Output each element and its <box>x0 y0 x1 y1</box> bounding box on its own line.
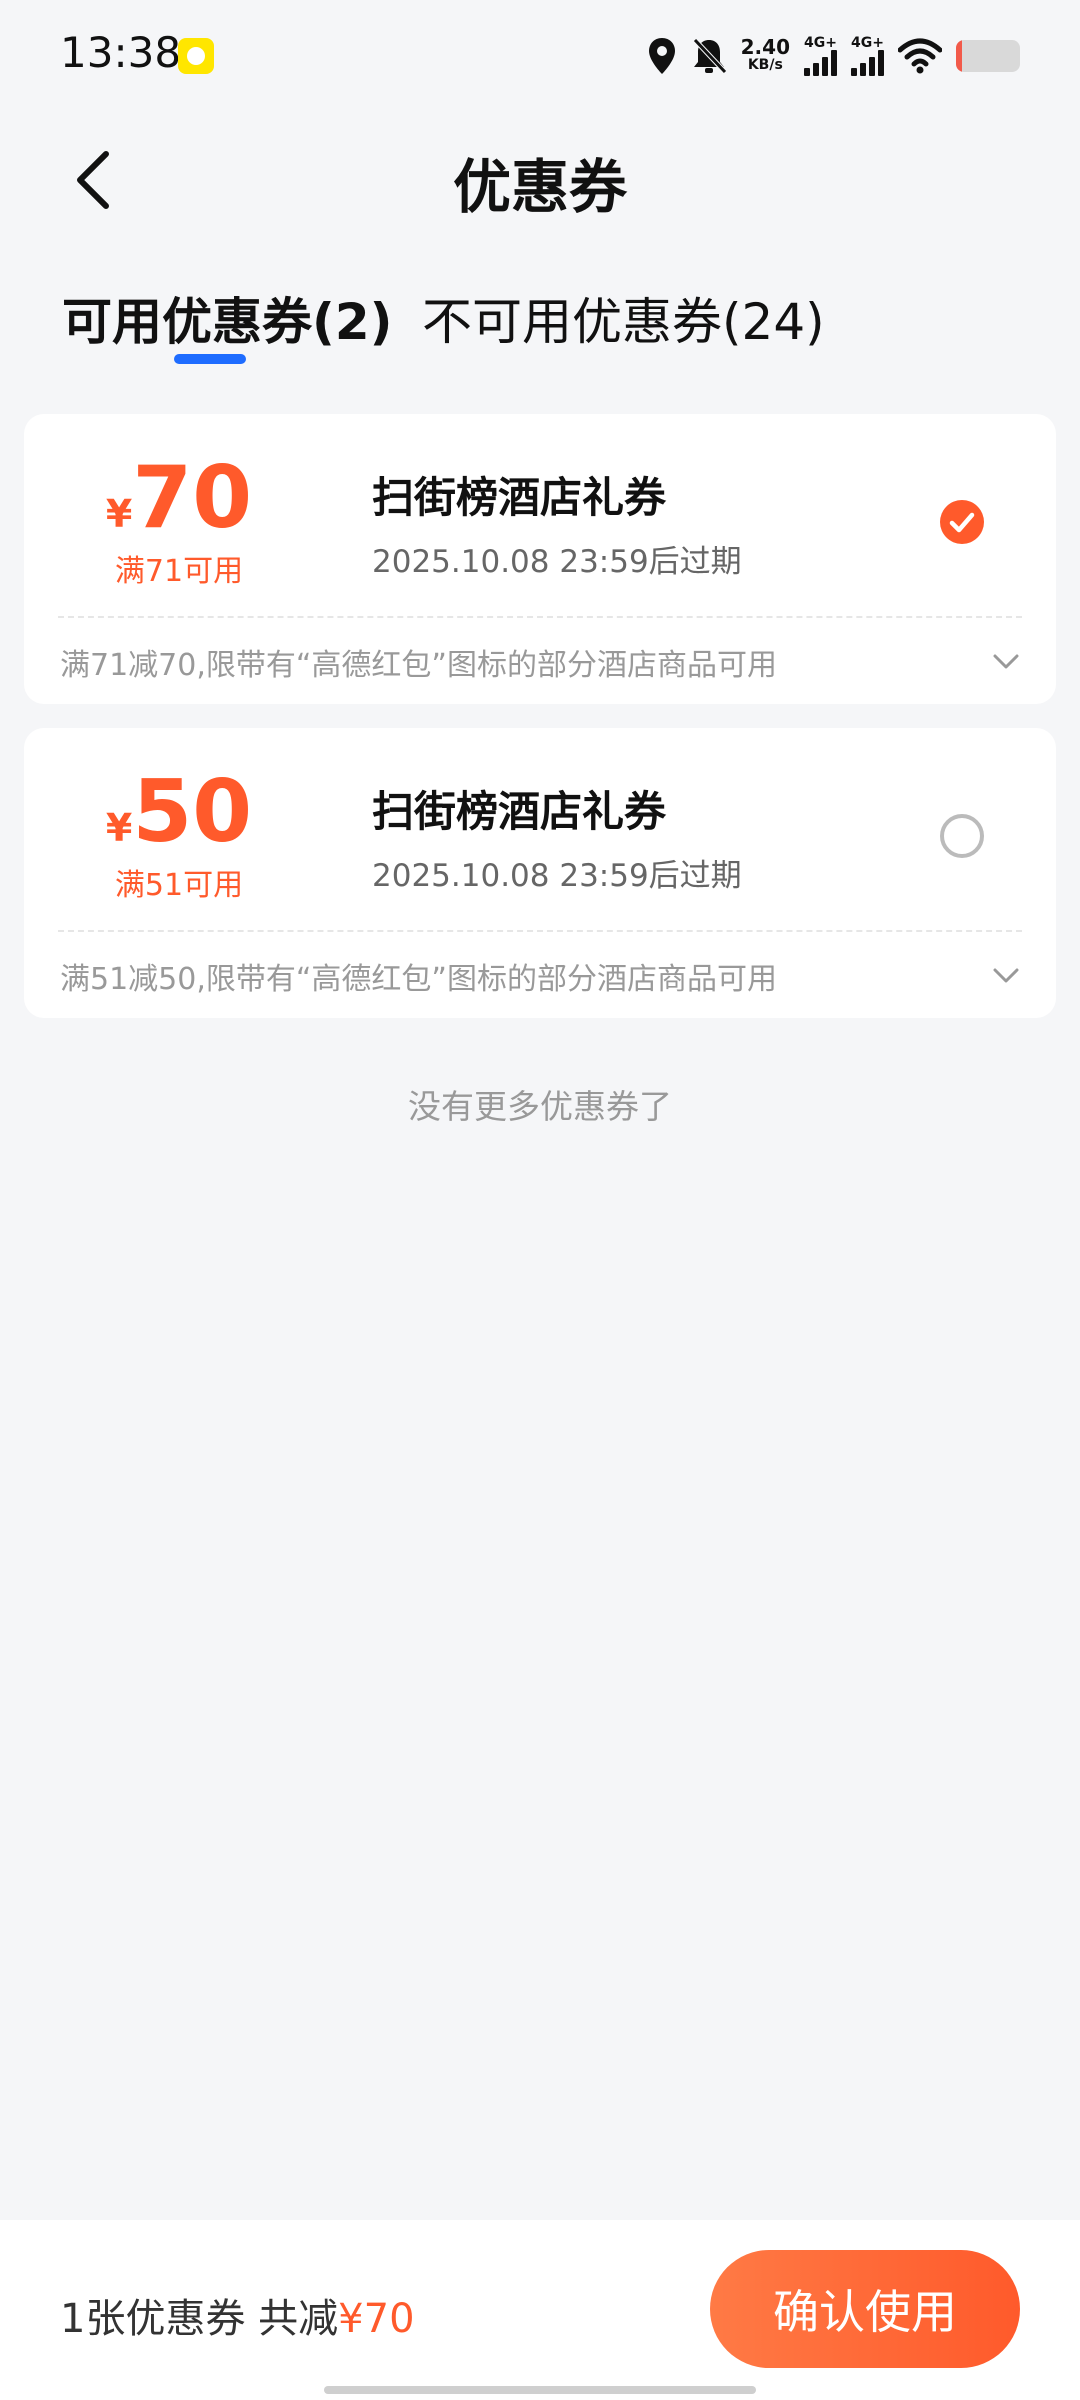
coupon-expiry: 2025.10.08 23:59后过期 <box>372 544 742 580</box>
checkmark-icon <box>949 512 975 533</box>
tab-available-coupons[interactable]: 可用优惠券(2) <box>62 282 393 354</box>
chevron-down-icon[interactable] <box>992 964 1020 988</box>
coupon-condition: 满51可用 <box>114 868 244 903</box>
no-more-coupons-text: 没有更多优惠券了 <box>408 1087 672 1126</box>
coupon-description: 满71减70,限带有“高德红包”图标的部分酒店商品可用 <box>60 648 777 683</box>
currency-symbol: ¥ <box>105 806 133 850</box>
coupon-select-checkbox[interactable] <box>940 814 984 858</box>
coupon-card[interactable]: ¥70 满71可用 扫街榜酒店礼券 2025.10.08 23:59后过期 满7… <box>24 414 1056 704</box>
network-speed-value: 2.40 <box>740 35 790 59</box>
chevron-down-icon[interactable] <box>992 650 1020 674</box>
signal-bars-icon <box>851 50 884 76</box>
coupon-title: 扫街榜酒店礼券 <box>372 473 667 522</box>
dashed-divider <box>58 930 1022 932</box>
coupon-condition: 满71可用 <box>114 554 244 589</box>
coupon-title: 扫街榜酒店礼券 <box>372 787 667 836</box>
network-speed: 2.40 KB/s <box>740 35 790 74</box>
wifi-icon <box>898 38 942 74</box>
coupon-expiry: 2025.10.08 23:59后过期 <box>372 858 742 894</box>
battery-icon <box>956 40 1020 72</box>
status-icons: 2.40 KB/s 4G+ 4G+ <box>647 34 1020 78</box>
signal-2-label: 4G+ <box>851 35 884 51</box>
coupon-card[interactable]: ¥50 满51可用 扫街榜酒店礼券 2025.10.08 23:59后过期 满5… <box>24 728 1056 1018</box>
cellular-signal-1: 4G+ <box>804 36 837 76</box>
tab-unavailable-coupons[interactable]: 不可用优惠券(24) <box>422 282 825 354</box>
status-bar: 13:38 2.40 KB/s 4G+ 4G+ <box>0 0 1080 110</box>
location-icon <box>648 38 675 74</box>
battery-level <box>956 40 963 72</box>
signal-1-label: 4G+ <box>804 35 837 51</box>
app-notification-icon <box>178 38 214 74</box>
coupon-amount-block: ¥70 满71可用 <box>64 450 294 590</box>
cellular-signal-2: 4G+ <box>851 36 884 76</box>
coupon-amount: 70 <box>132 448 253 548</box>
summary-prefix: 1张优惠券 共减 <box>60 2296 339 2342</box>
coupon-select-checkbox[interactable] <box>940 500 984 544</box>
coupon-amount: 50 <box>132 762 253 862</box>
coupon-amount-block: ¥50 满51可用 <box>64 764 294 904</box>
signal-bars-icon <box>804 50 837 76</box>
network-speed-unit: KB/s <box>747 57 783 73</box>
summary-amount: ¥70 <box>338 2296 415 2342</box>
page-title: 优惠券 <box>452 153 627 221</box>
status-time: 13:38 <box>60 28 182 77</box>
coupon-description: 满51减50,限带有“高德红包”图标的部分酒店商品可用 <box>60 962 777 997</box>
dashed-divider <box>58 616 1022 618</box>
currency-symbol: ¥ <box>105 492 133 536</box>
bottom-bar: 1张优惠券 共减¥70 确认使用 <box>0 2220 1080 2400</box>
coupon-summary: 1张优惠券 共减¥70 <box>60 2286 415 2344</box>
active-tab-indicator <box>174 354 246 364</box>
confirm-use-button[interactable]: 确认使用 <box>710 2250 1020 2368</box>
mute-bell-icon <box>692 38 727 74</box>
home-indicator[interactable] <box>324 2386 756 2394</box>
